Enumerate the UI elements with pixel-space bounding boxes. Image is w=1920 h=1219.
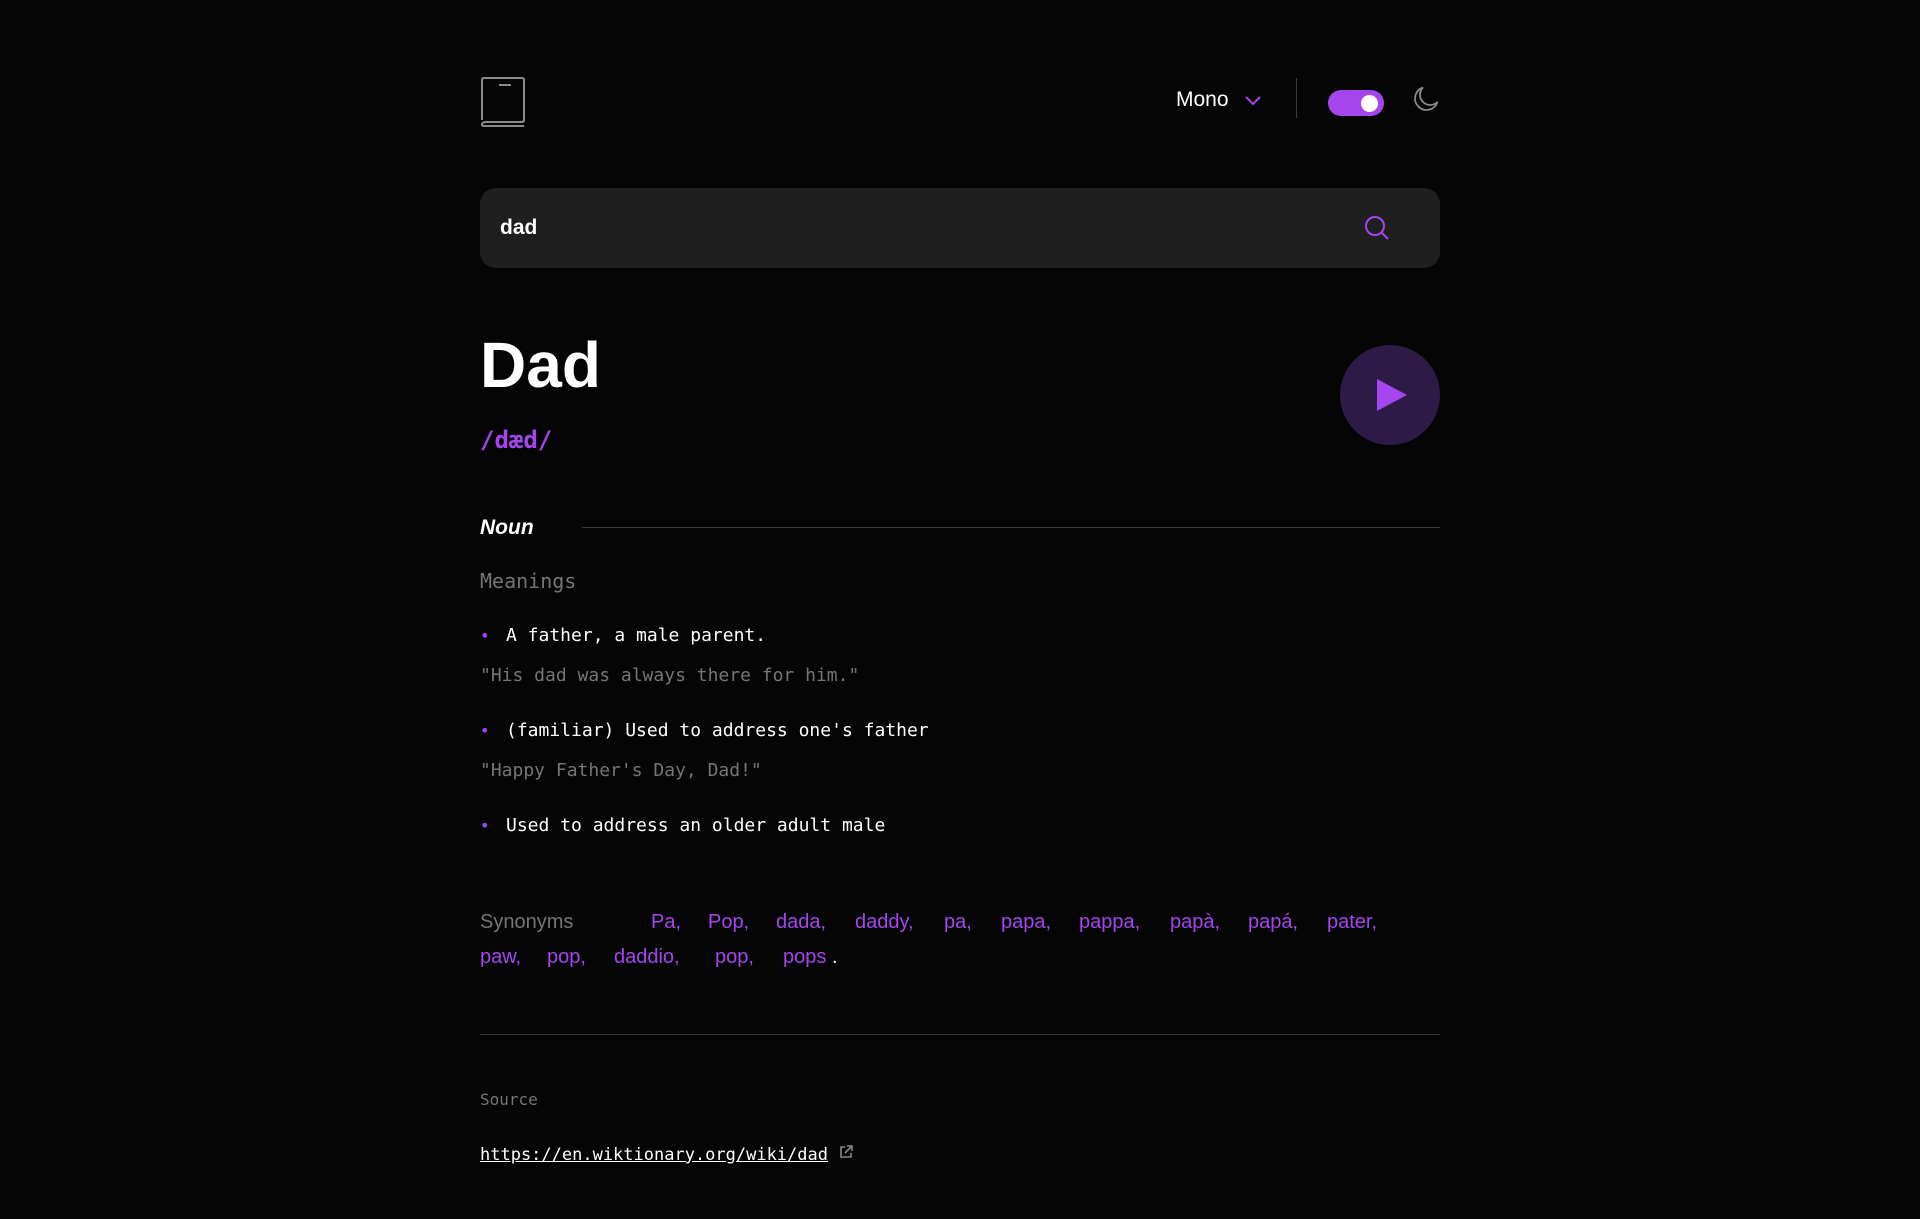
- part-of-speech-row: Noun: [480, 513, 1440, 543]
- definition-example: "Happy Father's Day, Dad!": [480, 760, 762, 781]
- synonym-link[interactable]: daddio,: [614, 939, 680, 975]
- synonym-link[interactable]: papá,: [1248, 904, 1298, 940]
- phonetic: /dæd/: [480, 426, 553, 454]
- bullet-icon: •: [480, 721, 490, 740]
- search-input[interactable]: [500, 188, 1320, 268]
- search-bar: [480, 188, 1440, 268]
- font-selector-label: Mono: [1176, 88, 1229, 111]
- synonym-link[interactable]: Pa,: [651, 904, 681, 940]
- definition-text: (familiar) Used to address one's father: [506, 720, 929, 741]
- synonym-link[interactable]: pop,: [547, 939, 586, 975]
- font-selector[interactable]: Mono: [1176, 84, 1261, 116]
- source-link[interactable]: https://en.wiktionary.org/wiki/dad: [480, 1144, 854, 1165]
- definition-item: • (familiar) Used to address one's fathe…: [480, 715, 1440, 787]
- source-url: https://en.wiktionary.org/wiki/dad: [480, 1144, 828, 1165]
- play-icon: [1377, 379, 1407, 411]
- synonym-link[interactable]: dada,: [776, 904, 826, 940]
- synonym-link[interactable]: pops: [783, 939, 826, 975]
- definition-text: A father, a male parent.: [506, 625, 767, 646]
- header-divider: [1296, 78, 1297, 118]
- moon-icon: [1412, 85, 1440, 113]
- bullet-icon: •: [480, 816, 490, 835]
- synonym-link[interactable]: Pop,: [708, 904, 749, 940]
- part-of-speech-divider: [582, 527, 1440, 528]
- synonym-link[interactable]: pop,: [715, 939, 754, 975]
- word-title: Dad: [480, 329, 601, 401]
- external-link-icon: [838, 1144, 854, 1165]
- source-label: Source: [480, 1090, 538, 1109]
- definition-item: • A father, a male parent. "His dad was …: [480, 620, 1440, 692]
- definition-example: "His dad was always there for him.": [480, 665, 860, 686]
- synonym-link[interactable]: papa,: [1001, 904, 1051, 940]
- synonyms-end: .: [832, 946, 838, 968]
- chevron-down-icon: [1244, 91, 1261, 110]
- search-icon[interactable]: [1364, 215, 1390, 241]
- synonym-link[interactable]: pater,: [1327, 904, 1377, 940]
- meanings-heading: Meanings: [480, 569, 577, 593]
- header: Mono: [480, 76, 1440, 128]
- book-logo-icon[interactable]: [480, 76, 526, 128]
- definition-item: • Used to address an older adult male: [480, 810, 1440, 842]
- synonyms-label: Synonyms: [480, 911, 574, 933]
- play-button[interactable]: [1340, 345, 1440, 445]
- footer-divider: [480, 1034, 1440, 1035]
- part-of-speech: Noun: [480, 516, 534, 539]
- bullet-icon: •: [480, 626, 490, 645]
- theme-toggle[interactable]: [1328, 90, 1384, 116]
- synonym-link[interactable]: pappa,: [1079, 904, 1140, 940]
- synonym-link[interactable]: papà,: [1170, 904, 1220, 940]
- synonym-link[interactable]: daddy,: [855, 904, 914, 940]
- definition-text: Used to address an older adult male: [506, 815, 886, 836]
- synonym-link[interactable]: paw,: [480, 939, 521, 975]
- toggle-knob: [1361, 95, 1378, 112]
- synonym-link[interactable]: pa,: [944, 904, 972, 940]
